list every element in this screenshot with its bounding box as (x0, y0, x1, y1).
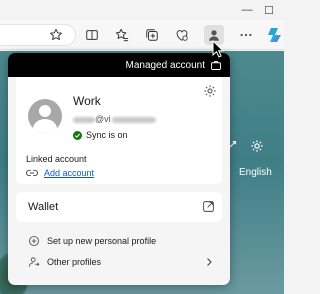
add-circle-icon (29, 236, 39, 246)
add-account-link[interactable]: Add account (26, 168, 94, 178)
avatar (28, 99, 62, 133)
other-profiles-button[interactable]: Other profiles (16, 252, 222, 272)
sync-check-icon (73, 130, 82, 140)
browser-toolbar (0, 20, 284, 50)
profile-flyout: Managed account Work @vi Sync is on Link… (8, 53, 230, 285)
mouse-cursor-icon (212, 40, 224, 58)
favorite-star-icon (50, 28, 62, 41)
linked-account-label: Linked account (26, 154, 87, 164)
collections-icon (146, 29, 158, 41)
split-screen-icon (86, 30, 98, 40)
briefcase-icon (211, 61, 221, 70)
minimize-icon: — (241, 4, 253, 16)
profile-email-domain: @vi (95, 114, 111, 124)
performance-button[interactable] (172, 25, 192, 45)
profile-card: Work @vi Sync is on Linked account Add a… (16, 77, 222, 184)
split-screen-button[interactable] (82, 25, 102, 45)
profile-email: @vi (73, 114, 156, 126)
switch-profile-icon (29, 257, 40, 267)
favorites-button[interactable] (112, 25, 132, 45)
maximize-icon: ☐ (264, 4, 274, 17)
page-settings-icon[interactable] (250, 139, 264, 153)
collections-button[interactable] (142, 25, 162, 45)
setup-personal-profile-label: Set up new personal profile (47, 236, 157, 246)
setup-personal-profile-button[interactable]: Set up new personal profile (16, 231, 222, 251)
sync-status: Sync is on (73, 130, 128, 140)
title-bar: — ☐ (0, 0, 284, 20)
favorites-icon (115, 28, 129, 42)
other-profiles-label: Other profiles (47, 257, 102, 267)
chevron-right-icon (207, 258, 212, 266)
more-button[interactable] (236, 25, 256, 45)
open-external-icon (203, 201, 214, 212)
wallet-label: Wallet (28, 201, 59, 213)
add-account-label: Add account (44, 168, 95, 178)
wallet-button[interactable]: Wallet (16, 192, 222, 222)
managed-account-banner: Managed account (8, 53, 230, 77)
more-icon (240, 33, 252, 37)
profile-name: Work (73, 94, 101, 108)
managed-account-label: Managed account (125, 59, 205, 71)
performance-icon (176, 30, 188, 41)
maximize-button[interactable]: ☐ (258, 0, 280, 20)
minimize-button[interactable]: — (236, 0, 258, 20)
sync-status-label: Sync is on (86, 130, 128, 140)
copilot-icon[interactable] (266, 26, 284, 44)
link-icon (26, 169, 38, 177)
profile-settings-icon[interactable] (203, 84, 217, 98)
redacted-email-part (111, 116, 156, 123)
language-label[interactable]: English (239, 167, 272, 178)
favorite-star-button[interactable] (46, 25, 66, 45)
redacted-email-part (73, 116, 95, 123)
